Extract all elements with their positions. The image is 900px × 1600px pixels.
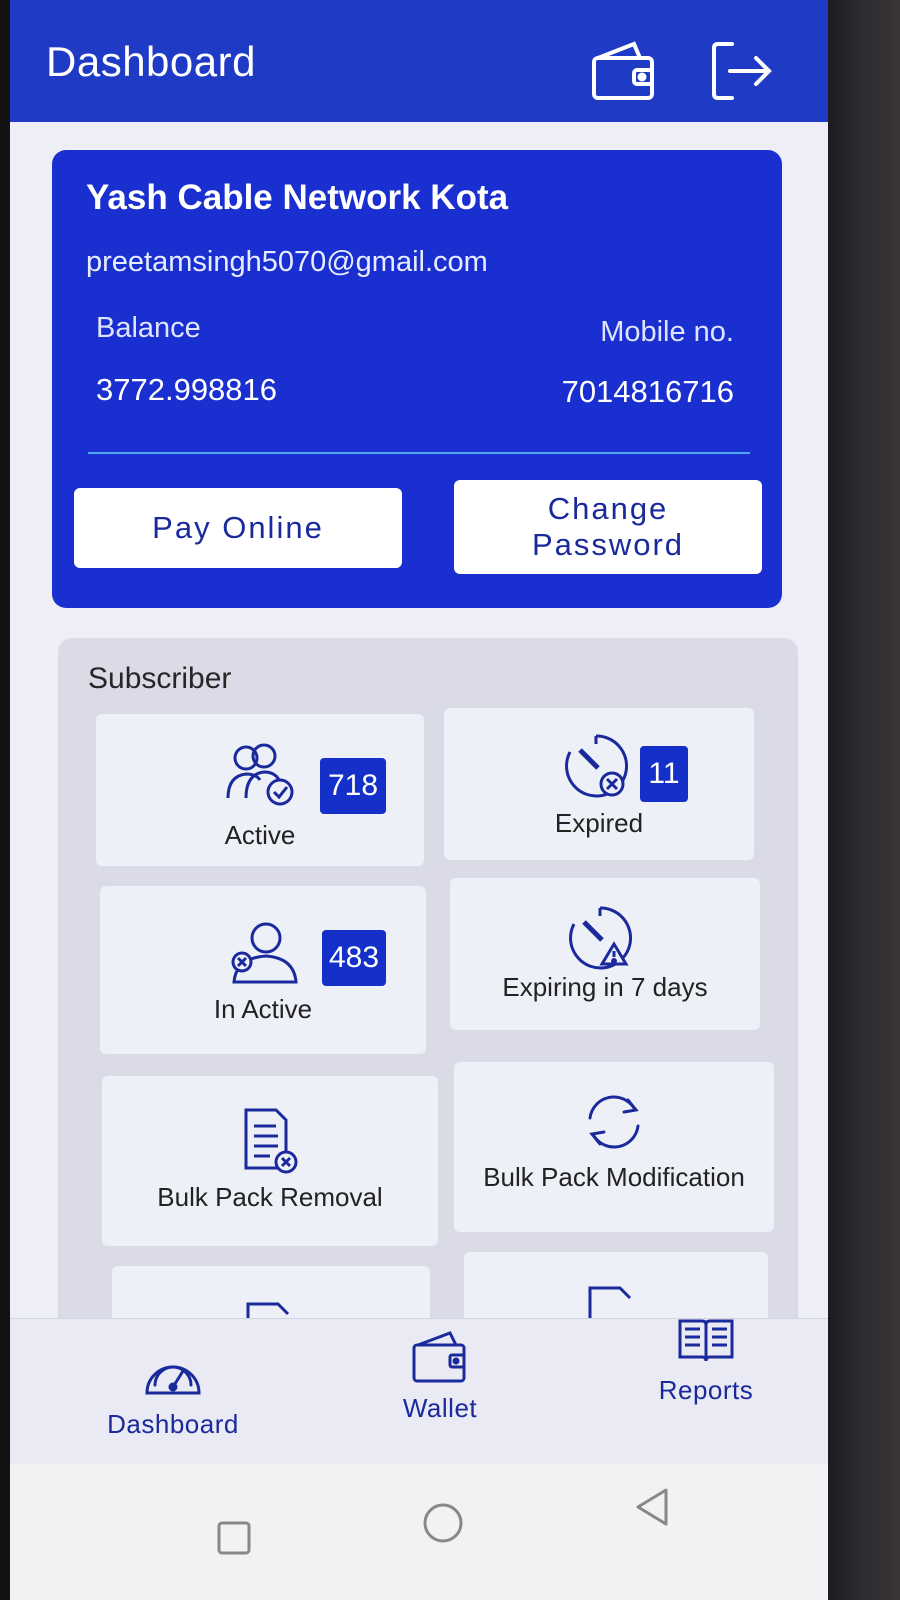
app-screen: Dashboard Yash Cable Network Kota preeta…	[10, 0, 828, 1600]
divider	[88, 452, 750, 454]
company-name: Yash Cable Network Kota	[86, 178, 509, 217]
home-icon[interactable]	[422, 1502, 464, 1548]
change-password-label: Change Password	[531, 491, 685, 562]
tile-inactive[interactable]: 483 In Active	[100, 886, 426, 1054]
tile-active-label: Active	[224, 820, 296, 850]
wallet-icon[interactable]	[588, 36, 658, 106]
expired-count-badge: 11	[640, 746, 688, 802]
logout-icon[interactable]	[706, 36, 776, 106]
balance-label: Balance	[96, 312, 201, 344]
email-text: preetamsingh5070@gmail.com	[86, 246, 488, 278]
recents-icon[interactable]	[216, 1520, 252, 1560]
speedometer-icon	[98, 1349, 248, 1405]
book-icon	[646, 1311, 766, 1371]
users-check-icon	[224, 740, 296, 814]
clock-expired-icon	[560, 730, 632, 806]
nav-dashboard-label: Dashboard	[107, 1409, 239, 1439]
nav-wallet[interactable]: Wallet	[380, 1329, 500, 1424]
nav-wallet-label: Wallet	[402, 1393, 478, 1423]
pay-online-button[interactable]: Pay Online	[74, 488, 402, 568]
user-inactive-icon	[228, 918, 300, 994]
inactive-count-badge: 483	[322, 930, 386, 986]
tile-active[interactable]: 718 Active	[96, 714, 424, 866]
app-bar: Dashboard	[10, 0, 828, 122]
tile-bulk-modification-label: Bulk Pack Modification	[483, 1162, 745, 1192]
tile-expired[interactable]: 11 Expired	[444, 708, 754, 860]
phone-bezel-left	[0, 0, 10, 1600]
nav-reports-label: Reports	[658, 1375, 754, 1405]
subscriber-title: Subscriber	[88, 662, 232, 695]
bottom-navigation: Dashboard Wallet Reports	[10, 1318, 828, 1464]
tile-bulk-removal-label: Bulk Pack Removal	[157, 1182, 383, 1212]
balance-value: 3772.998816	[96, 372, 278, 407]
document-remove-icon	[240, 1106, 302, 1180]
tile-expiring-label: Expiring in 7 days	[502, 972, 708, 1002]
tile-expired-label: Expired	[554, 808, 644, 838]
page-title: Dashboard	[46, 38, 256, 85]
refresh-icon	[580, 1088, 648, 1160]
tile-inactive-label: In Active	[213, 994, 313, 1024]
nav-reports[interactable]: Reports	[646, 1311, 766, 1406]
tile-expiring-7-days[interactable]: Expiring in 7 days	[450, 878, 760, 1030]
active-count-badge: 718	[320, 758, 386, 814]
nav-dashboard[interactable]: Dashboard	[98, 1349, 248, 1440]
system-nav-bar	[10, 1464, 828, 1600]
mobile-label: Mobile no.	[600, 316, 734, 348]
tile-bulk-pack-removal[interactable]: Bulk Pack Removal	[102, 1076, 438, 1246]
wallet-icon	[380, 1329, 500, 1389]
mobile-value: 7014816716	[561, 374, 734, 409]
change-password-button[interactable]: Change Password	[454, 480, 762, 574]
clock-warning-icon	[564, 902, 636, 978]
tile-bulk-pack-modification[interactable]: Bulk Pack Modification	[454, 1062, 774, 1232]
back-icon[interactable]	[634, 1486, 670, 1532]
profile-card: Yash Cable Network Kota preetamsingh5070…	[52, 150, 782, 608]
phone-bezel-right	[828, 0, 900, 1600]
